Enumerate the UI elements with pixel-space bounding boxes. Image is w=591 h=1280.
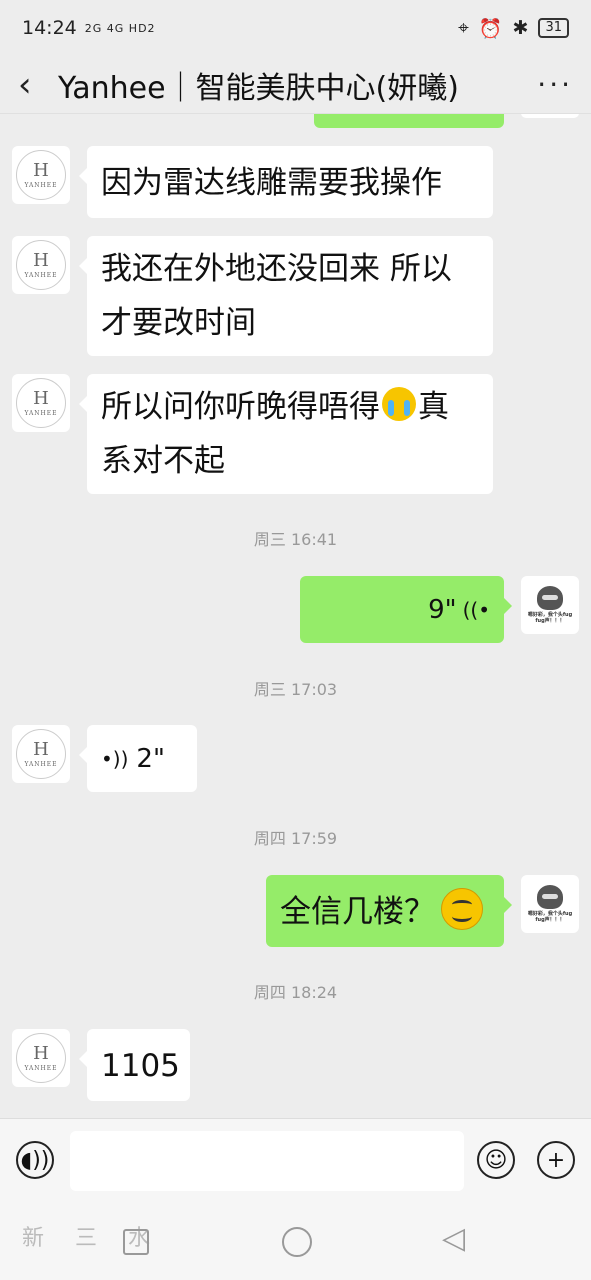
message-bubble[interactable]: 因为雷达线雕需要我操作 bbox=[79, 146, 493, 218]
meme-face-icon: 嗯好彩，我个头fug fug声！！！ bbox=[525, 580, 575, 630]
input-bar: ◖)) ☺ + bbox=[0, 1118, 591, 1202]
network-indicator: 2G 4G HD2 bbox=[84, 21, 156, 35]
message-bubble[interactable]: 1105 bbox=[79, 1029, 190, 1101]
home-icon[interactable] bbox=[282, 1227, 312, 1257]
loudly-crying-emoji-icon bbox=[382, 387, 416, 421]
recent-apps-icon[interactable] bbox=[123, 1229, 149, 1255]
contact-avatar[interactable]: H YANHEE bbox=[12, 725, 70, 783]
voice-duration: 2" bbox=[136, 743, 165, 774]
message-text: 所以问你听晚得唔得 bbox=[101, 389, 380, 425]
message-text: 全信几楼？ bbox=[280, 894, 435, 930]
voice-message-bubble[interactable]: 9" ((• bbox=[300, 576, 512, 643]
message-text: 我还在外地还没回来 所以才要改时间 bbox=[101, 251, 452, 341]
chat-title: Yanhee｜智能美肤中心(妍曦) bbox=[58, 70, 459, 106]
plus-icon[interactable]: + bbox=[537, 1141, 575, 1179]
timestamp: 周三 16:41 bbox=[253, 530, 338, 549]
message-bubble[interactable]: 全信几楼？ bbox=[266, 875, 512, 947]
message-bubble[interactable]: 所以问你听晚得唔得 真系对不起 bbox=[79, 374, 493, 494]
chat-area[interactable]: H YANHEE 因为雷达线雕需要我操作 H YANHEE 我还在外地还没回来 … bbox=[0, 114, 591, 1118]
voice-wave-icon: •)) bbox=[101, 746, 129, 771]
timestamp: 周三 17:03 bbox=[253, 680, 338, 699]
status-time: 14:24 bbox=[22, 17, 77, 39]
contact-avatar[interactable]: H YANHEE bbox=[12, 1029, 70, 1087]
back-arrow-icon[interactable]: ‹ bbox=[18, 68, 58, 102]
timestamp: 周四 18:24 bbox=[253, 983, 338, 1002]
voice-wave-icon: ((• bbox=[462, 597, 490, 622]
alarm-icon: ⏰ bbox=[478, 17, 503, 40]
message-bubble[interactable]: 我还在外地还没回来 所以才要改时间 bbox=[79, 236, 493, 356]
message-input[interactable] bbox=[70, 1131, 464, 1191]
yanhee-logo: H YANHEE bbox=[16, 240, 66, 290]
timestamp: 周四 17:59 bbox=[253, 829, 338, 848]
status-bar: 14:24 2G 4G HD2 ⌖ ⏰ ✱ 31 bbox=[0, 0, 591, 56]
battery-indicator: 31 bbox=[538, 18, 569, 38]
message-text: 因为雷达线雕需要我操作 bbox=[101, 165, 442, 201]
voice-icon[interactable]: ◖)) bbox=[16, 1141, 54, 1179]
system-nav-bar: 新 三 水 ◁ bbox=[0, 1202, 591, 1280]
more-options-icon[interactable]: ··· bbox=[537, 68, 573, 101]
yanhee-logo: H YANHEE bbox=[16, 1033, 66, 1083]
my-avatar[interactable]: 嗯好彩，我个头fug fug声！！！ bbox=[521, 576, 579, 634]
contact-avatar[interactable]: H YANHEE bbox=[12, 374, 70, 432]
yanhee-logo: H YANHEE bbox=[16, 729, 66, 779]
back-triangle-icon[interactable]: ◁ bbox=[442, 1224, 465, 1254]
avatar-partial[interactable] bbox=[521, 114, 579, 118]
message-text: 1105 bbox=[101, 1048, 180, 1084]
location-icon: ⌖ bbox=[458, 17, 469, 39]
my-avatar[interactable]: 嗯好彩，我个头fug fug声！！！ bbox=[521, 875, 579, 933]
voice-message-bubble[interactable]: •)) 2" bbox=[79, 725, 197, 792]
yanhee-logo: H YANHEE bbox=[16, 150, 66, 200]
voice-duration: 9" bbox=[428, 594, 457, 625]
emoji-icon[interactable]: ☺ bbox=[477, 1141, 515, 1179]
message-bubble-partial[interactable] bbox=[314, 114, 504, 128]
contact-avatar[interactable]: H YANHEE bbox=[12, 146, 70, 204]
contact-avatar[interactable]: H YANHEE bbox=[12, 236, 70, 294]
chat-header: ‹ Yanhee｜智能美肤中心(妍曦) ··· bbox=[0, 56, 591, 114]
meme-face-icon: 嗯好彩，我个头fug fug声！！！ bbox=[525, 879, 575, 929]
smiling-emoji-icon bbox=[441, 888, 483, 930]
yanhee-logo: H YANHEE bbox=[16, 378, 66, 428]
bluetooth-icon: ✱ bbox=[512, 17, 529, 39]
